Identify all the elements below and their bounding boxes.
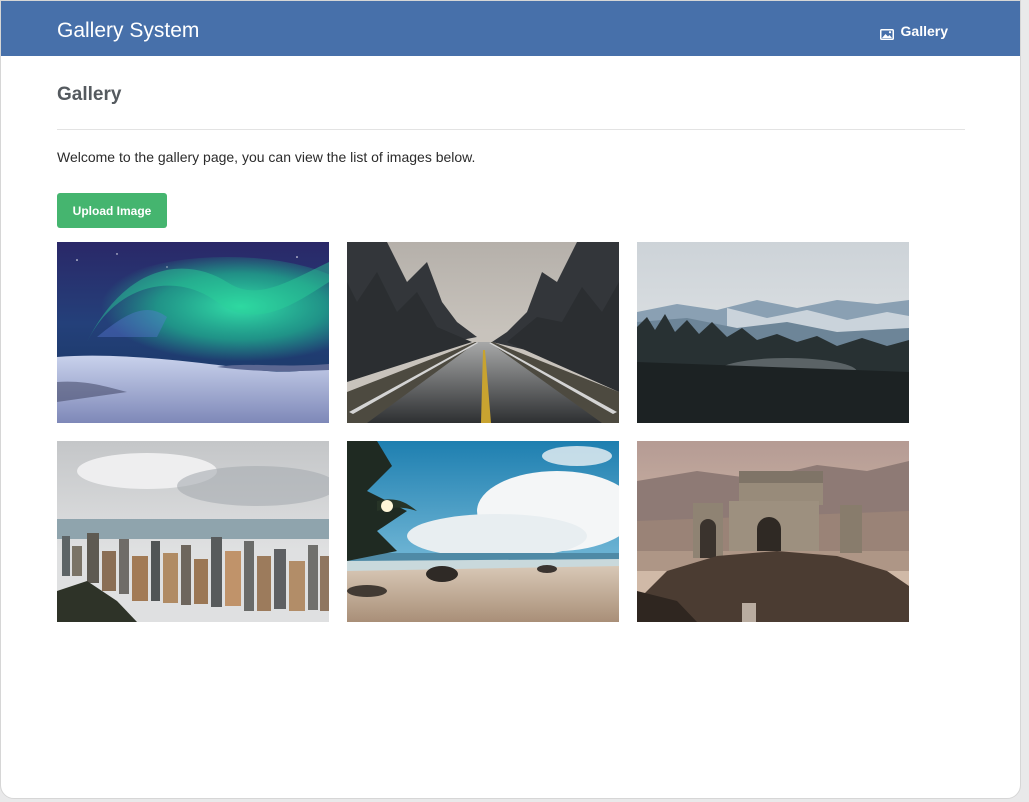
gallery-image-beach[interactable] [347,441,619,622]
browser-window: Gallery System Gallery Gallery Welcome t… [0,0,1021,799]
page-title: Gallery [57,84,122,105]
welcome-text: Welcome to the gallery page, you can vie… [57,149,476,165]
divider [57,129,965,130]
gallery-image-aurora[interactable] [57,242,329,423]
gallery-image-foggy-road[interactable] [347,242,619,423]
gallery-image-ruins[interactable] [637,441,909,622]
nav-gallery-label: Gallery [900,23,948,39]
upload-image-button[interactable]: Upload Image [57,193,167,228]
navbar: Gallery System Gallery [1,1,1020,56]
brand-title[interactable]: Gallery System [57,18,199,44]
image-gallery [57,242,911,622]
nav-gallery-link[interactable]: Gallery [879,22,948,40]
gallery-image-city-skyline[interactable] [57,441,329,622]
image-icon [879,26,894,40]
gallery-image-misty-mountains[interactable] [637,242,909,423]
